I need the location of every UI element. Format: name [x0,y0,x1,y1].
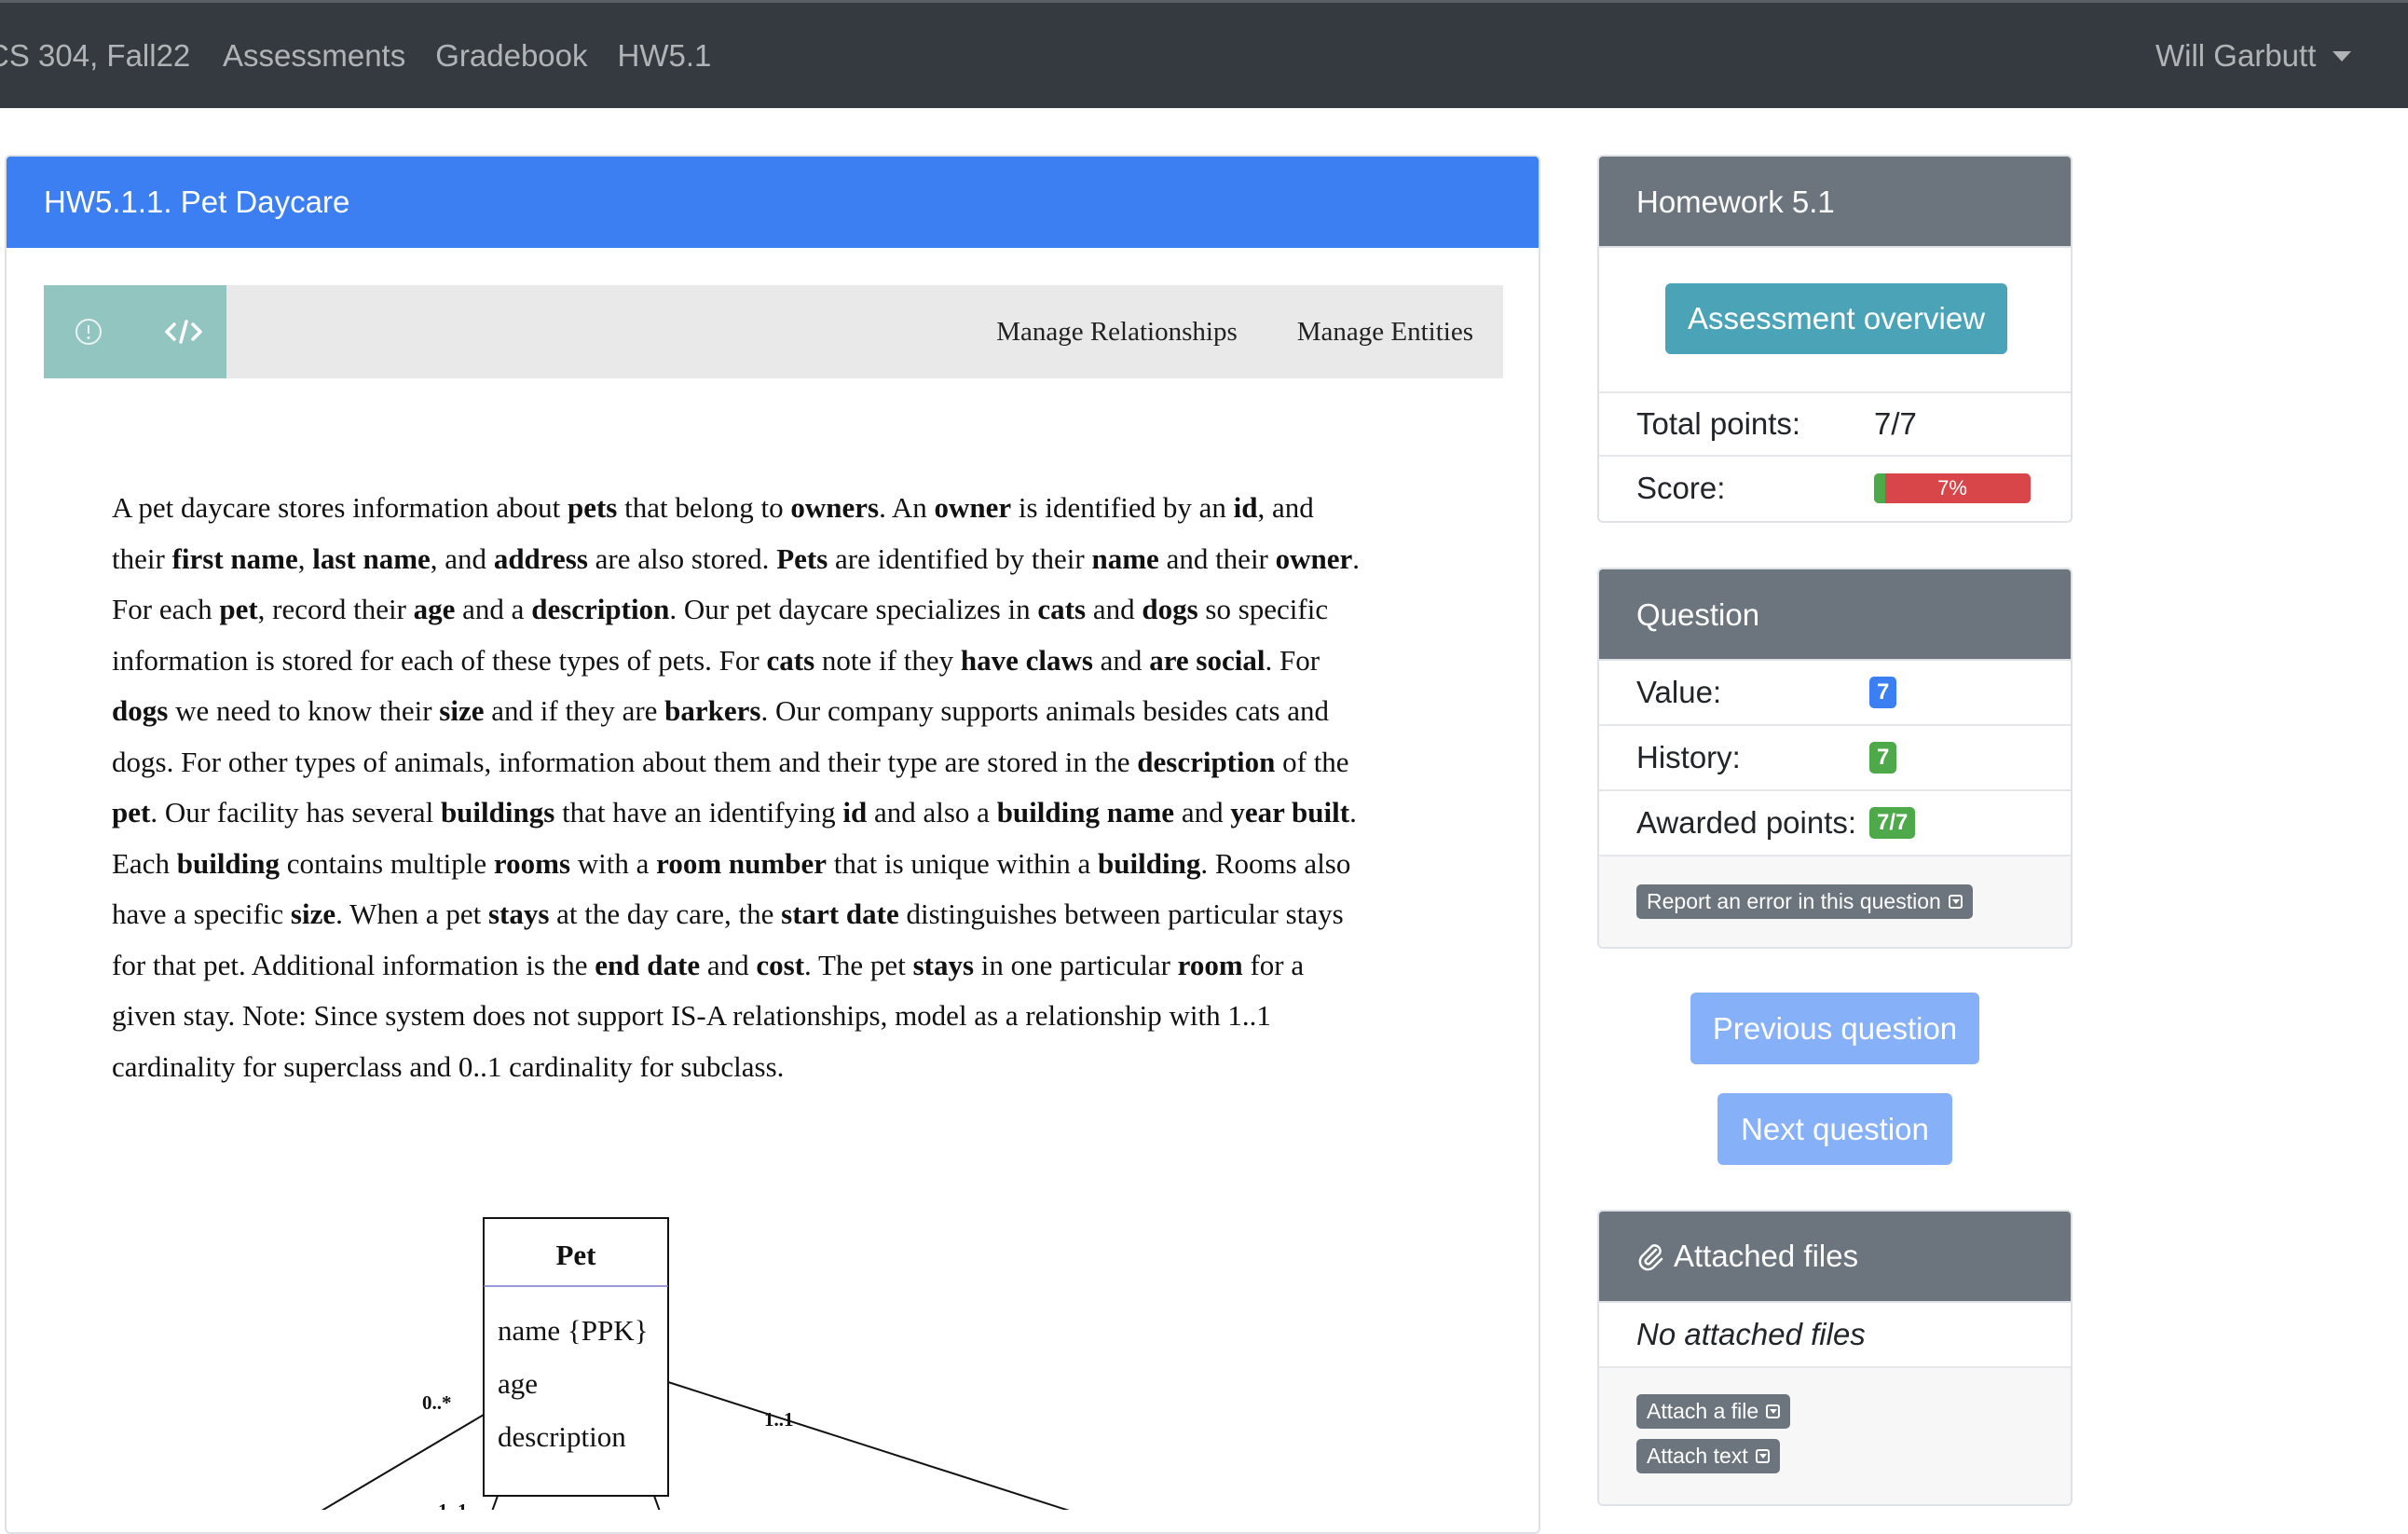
total-points-row: Total points: 7/7 [1599,393,2071,457]
overview-area: Assessment overview [1599,248,2071,393]
cardinality-label: 1..1 [438,1500,468,1510]
assessment-overview-button[interactable]: Assessment overview [1665,283,2007,354]
attached-files-header: Attached files [1599,1212,2071,1303]
nav-link-assessments[interactable]: Assessments [223,38,405,74]
entity-attribute: name {PPK} [498,1314,649,1347]
awarded-label: Awarded points: [1636,805,1857,840]
history-label: History: [1636,740,1741,774]
entity-attribute: age [498,1367,538,1400]
next-question-button[interactable]: Next question [1717,1093,1952,1165]
attach-file-button[interactable]: Attach a file [1636,1394,1791,1429]
manage-relationships-link[interactable]: Manage Relationships [996,317,1238,348]
manage-entities-link[interactable]: Manage Entities [1297,317,1473,348]
value-label: Value: [1636,675,1722,709]
report-error-button[interactable]: Report an error in this question [1636,884,1973,919]
relationship-line-left [321,1414,485,1510]
paperclip-icon [1638,1244,1663,1271]
no-files-text: No attached files [1636,1317,1866,1351]
caret-down-icon [2333,50,2352,62]
toolbar-links: Manage Relationships Manage Entities [996,285,1473,378]
cardinality-label: 1..1 [764,1408,794,1431]
info-icon[interactable] [67,285,110,378]
history-badge[interactable]: 7 [1869,742,1897,774]
awarded-badge: 7/7 [1869,807,1916,839]
nav-link-gradebook[interactable]: Gradebook [435,38,587,74]
question-panel-title: Question [1599,569,2071,661]
question-title: HW5.1.1. Pet Daycare [7,157,1539,248]
user-name: Will Garbutt [2155,38,2317,73]
entity-attribute: description [498,1420,626,1453]
dropdown-icon [1755,1449,1770,1463]
code-icon[interactable] [156,285,212,378]
attach-footer: Attach a file Attach text [1599,1368,2071,1504]
assessment-title: Homework 5.1 [1599,157,2071,248]
nav-links: Assessments Gradebook HW5.1 [223,38,711,74]
total-points-label: Total points: [1636,406,1801,441]
user-menu[interactable]: Will Garbutt [2155,38,2352,74]
dropdown-icon [1766,1404,1781,1418]
no-files-row: No attached files [1599,1303,2071,1368]
cardinality-label: 0..* [422,1391,452,1414]
toolbar-icon-group [44,285,226,378]
assessment-card: Homework 5.1 Assessment overview Total p… [1597,155,2073,523]
relationship-line-right [667,1381,1070,1510]
question-info-card: Question Value: 7 History: 7 Awarded poi… [1597,568,2073,949]
attached-files-card: Attached files No attached files Attach … [1597,1210,2073,1506]
history-row: History: 7 [1599,726,2071,791]
total-points-value: 7/7 [1874,406,1917,441]
awarded-row: Awarded points: 7/7 [1599,791,2071,856]
attach-file-label: Attach a file [1647,1399,1759,1423]
attach-text-button[interactable]: Attach text [1636,1439,1780,1473]
question-footer: Report an error in this question [1599,856,2071,947]
entity-name: Pet [555,1239,596,1271]
score-row: Score: 7% [1599,457,2071,520]
score-label: Score: [1636,471,1726,505]
value-badge: 7 [1869,677,1897,708]
nav-link-hw[interactable]: HW5.1 [618,38,712,74]
value-row: Value: 7 [1599,661,2071,726]
relationship-line-bottom-right [653,1495,661,1510]
problem-statement: A pet daycare stores information about p… [112,491,1361,1083]
report-error-label: Report an error in this question [1647,889,1941,913]
score-progress-text: 7% [1937,476,1967,500]
editor-toolbar: Manage Relationships Manage Entities [44,285,1503,378]
previous-question-button[interactable]: Previous question [1690,993,1979,1064]
dropdown-icon [1948,895,1963,909]
relationship-line-bottom-left [491,1495,499,1510]
score-progress-bar: 7% [1874,473,2031,503]
attach-text-label: Attach text [1647,1444,1748,1468]
course-brand[interactable]: CS 304, Fall22 [0,38,190,74]
top-navbar: CS 304, Fall22 Assessments Gradebook HW5… [0,0,2408,108]
attached-files-title: Attached files [1674,1239,1859,1273]
er-diagram: Pet name {PPK} age description 0..* 1..1… [321,1217,1070,1510]
